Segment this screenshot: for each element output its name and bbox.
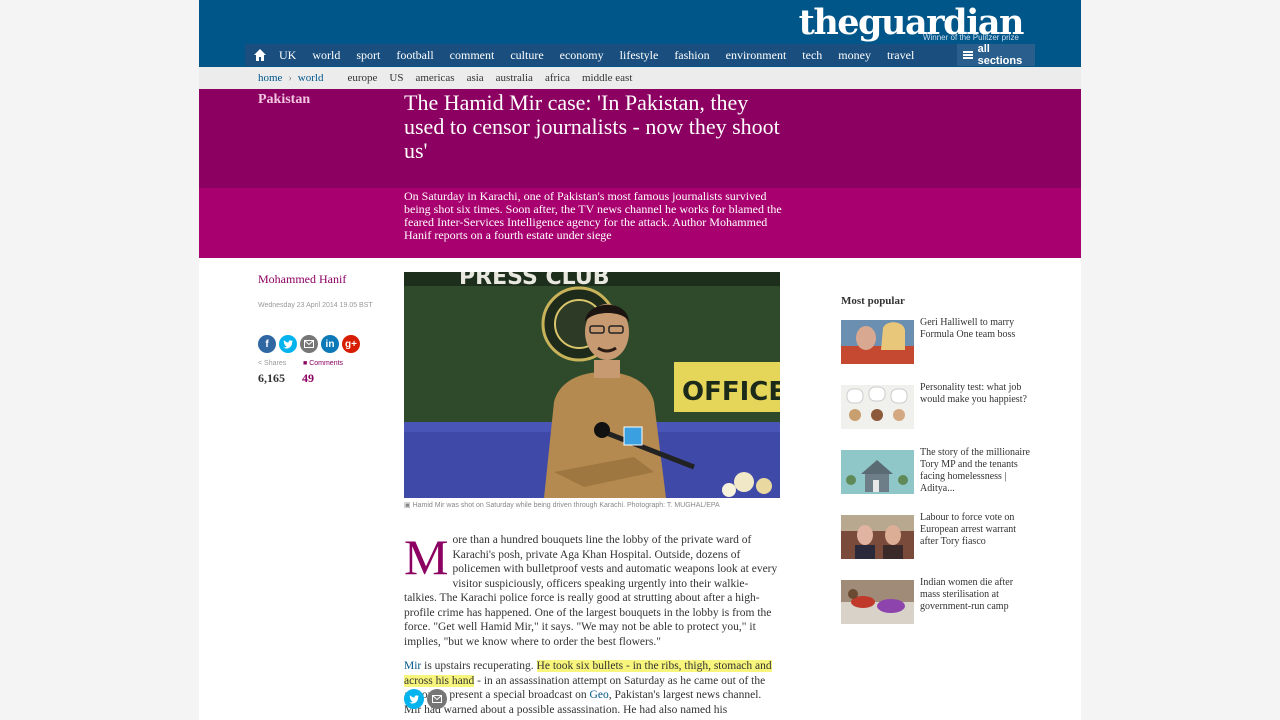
facebook-share-icon[interactable]: f: [258, 335, 276, 353]
image-caption-text: Hamid Mir was shot on Saturday while bei…: [412, 502, 720, 509]
most-popular-thumbnail[interactable]: [841, 450, 914, 494]
most-popular-headline[interactable]: Labour to force vote on European arrest …: [920, 512, 1030, 548]
nav-travel[interactable]: travel: [887, 48, 914, 63]
selection-share-popup: [404, 689, 450, 709]
home-icon[interactable]: [253, 48, 267, 62]
page: theguardian Winner of the Pulitzer prize…: [199, 0, 1081, 720]
nav-culture[interactable]: culture: [510, 48, 543, 63]
most-popular-headline[interactable]: Indian women die after mass sterilisatio…: [920, 577, 1030, 613]
most-popular-item[interactable]: Indian women die after mass sterilisatio…: [841, 577, 1037, 645]
subnav-middle-east[interactable]: middle east: [582, 72, 632, 84]
sub-nav-inner: home › world europe US americas asia aus…: [258, 67, 644, 89]
all-sections-button[interactable]: all sections: [957, 43, 1035, 67]
subnav-africa[interactable]: africa: [545, 72, 570, 84]
photo-banner-text: PRESS CLUB: [459, 272, 609, 290]
shares-label-text: Shares: [264, 360, 287, 367]
comments-label-text: Comments: [309, 360, 344, 367]
nav-environment[interactable]: environment: [726, 48, 787, 63]
subnav-asia[interactable]: asia: [467, 72, 484, 84]
twitter-selection-share-icon[interactable]: [404, 689, 424, 709]
email-share-icon[interactable]: [300, 335, 318, 353]
shares-label: < Shares: [258, 360, 286, 367]
nav-items: UK world sport football comment culture …: [279, 44, 930, 66]
nav-comment[interactable]: comment: [450, 48, 495, 63]
share-icon: <: [258, 360, 263, 367]
subnav-europe[interactable]: europe: [347, 72, 377, 84]
paragraph-1: More than a hundred bouquets line the lo…: [404, 529, 781, 649]
twitter-share-icon[interactable]: [279, 335, 297, 353]
email-selection-share-icon[interactable]: [427, 689, 447, 709]
most-popular-thumbnail[interactable]: [841, 515, 914, 559]
paragraph-2: Mir is upstairs recuperating. He took si…: [404, 659, 781, 717]
camera-icon: ▣: [404, 502, 411, 509]
googleplus-share-icon[interactable]: g+: [342, 335, 360, 353]
tagline: Winner of the Pulitzer prize: [922, 33, 1019, 42]
comments-label[interactable]: ■ Comments: [303, 360, 343, 367]
link-mir[interactable]: Mir: [404, 660, 421, 672]
subnav-americas[interactable]: americas: [415, 72, 454, 84]
most-popular-item[interactable]: Geri Halliwell to marry Formula One team…: [841, 317, 1037, 385]
hamid-mir-photo: PRESS CLUB OFFICE: [404, 272, 780, 498]
linkedin-share-icon[interactable]: in: [321, 335, 339, 353]
main-nav: UK world sport football comment culture …: [245, 43, 1035, 67]
breadcrumb-separator-icon: ›: [288, 72, 292, 84]
paragraph-2-text-a: is upstairs recuperating.: [421, 660, 537, 672]
comments-count[interactable]: 49: [302, 371, 314, 386]
most-popular-thumbnail[interactable]: [841, 320, 914, 364]
breadcrumb-home[interactable]: home: [258, 72, 282, 84]
drop-cap: M: [404, 529, 449, 585]
most-popular-item[interactable]: Labour to force vote on European arrest …: [841, 512, 1037, 580]
nav-fashion[interactable]: fashion: [674, 48, 709, 63]
breadcrumb-world[interactable]: world: [298, 72, 324, 84]
subnav-us[interactable]: US: [389, 72, 403, 84]
nav-uk[interactable]: UK: [279, 48, 296, 63]
article-main-image: PRESS CLUB OFFICE: [404, 272, 780, 498]
most-popular-headline[interactable]: The story of the millionaire Tory MP and…: [920, 447, 1030, 495]
image-caption: ▣ Hamid Mir was shot on Saturday while b…: [404, 501, 720, 509]
nav-money[interactable]: money: [838, 48, 871, 63]
most-popular-headline[interactable]: Geri Halliwell to marry Formula One team…: [920, 317, 1030, 341]
masthead: theguardian Winner of the Pulitzer prize…: [199, 0, 1081, 68]
most-popular-thumbnail[interactable]: [841, 385, 914, 429]
most-popular-thumbnail[interactable]: [841, 580, 914, 624]
shares-count: 6,165: [258, 371, 285, 385]
article-headline: The Hamid Mir case: 'In Pakistan, they u…: [404, 90, 780, 163]
photo-sign-text: OFFICE: [682, 377, 780, 407]
article-standfirst: On Saturday in Karachi, one of Pakistan'…: [404, 189, 782, 242]
nav-lifestyle[interactable]: lifestyle: [620, 48, 659, 63]
nav-tech[interactable]: tech: [802, 48, 822, 63]
publish-date: Wednesday 23 April 2014 19.05 BST: [258, 302, 373, 309]
most-popular-title: Most popular: [841, 295, 905, 307]
nav-football[interactable]: football: [396, 48, 433, 63]
all-sections-label: all sections: [977, 43, 1023, 67]
most-popular-list: Geri Halliwell to marry Formula One team…: [841, 317, 1037, 645]
sub-nav: home › world europe US americas asia aus…: [199, 67, 1081, 89]
most-popular-headline[interactable]: Personality test: what job would make yo…: [920, 382, 1030, 406]
nav-world[interactable]: world: [312, 48, 340, 63]
subnav-australia[interactable]: australia: [496, 72, 533, 84]
paragraph-1-text: ore than a hundred bouquets line the lob…: [404, 534, 778, 648]
comment-icon: ■: [303, 360, 308, 367]
link-geo[interactable]: Geo: [590, 689, 609, 701]
nav-sport[interactable]: sport: [356, 48, 380, 63]
author-byline[interactable]: Mohammed Hanif: [258, 272, 346, 287]
article-body: More than a hundred bouquets line the lo…: [404, 529, 781, 717]
most-popular-item[interactable]: The story of the millionaire Tory MP and…: [841, 447, 1037, 515]
nav-economy[interactable]: economy: [560, 48, 604, 63]
most-popular-item[interactable]: Personality test: what job would make yo…: [841, 382, 1037, 450]
section-label[interactable]: Pakistan: [258, 92, 310, 108]
share-buttons: f in g+: [258, 335, 363, 353]
menu-icon: [963, 51, 973, 59]
